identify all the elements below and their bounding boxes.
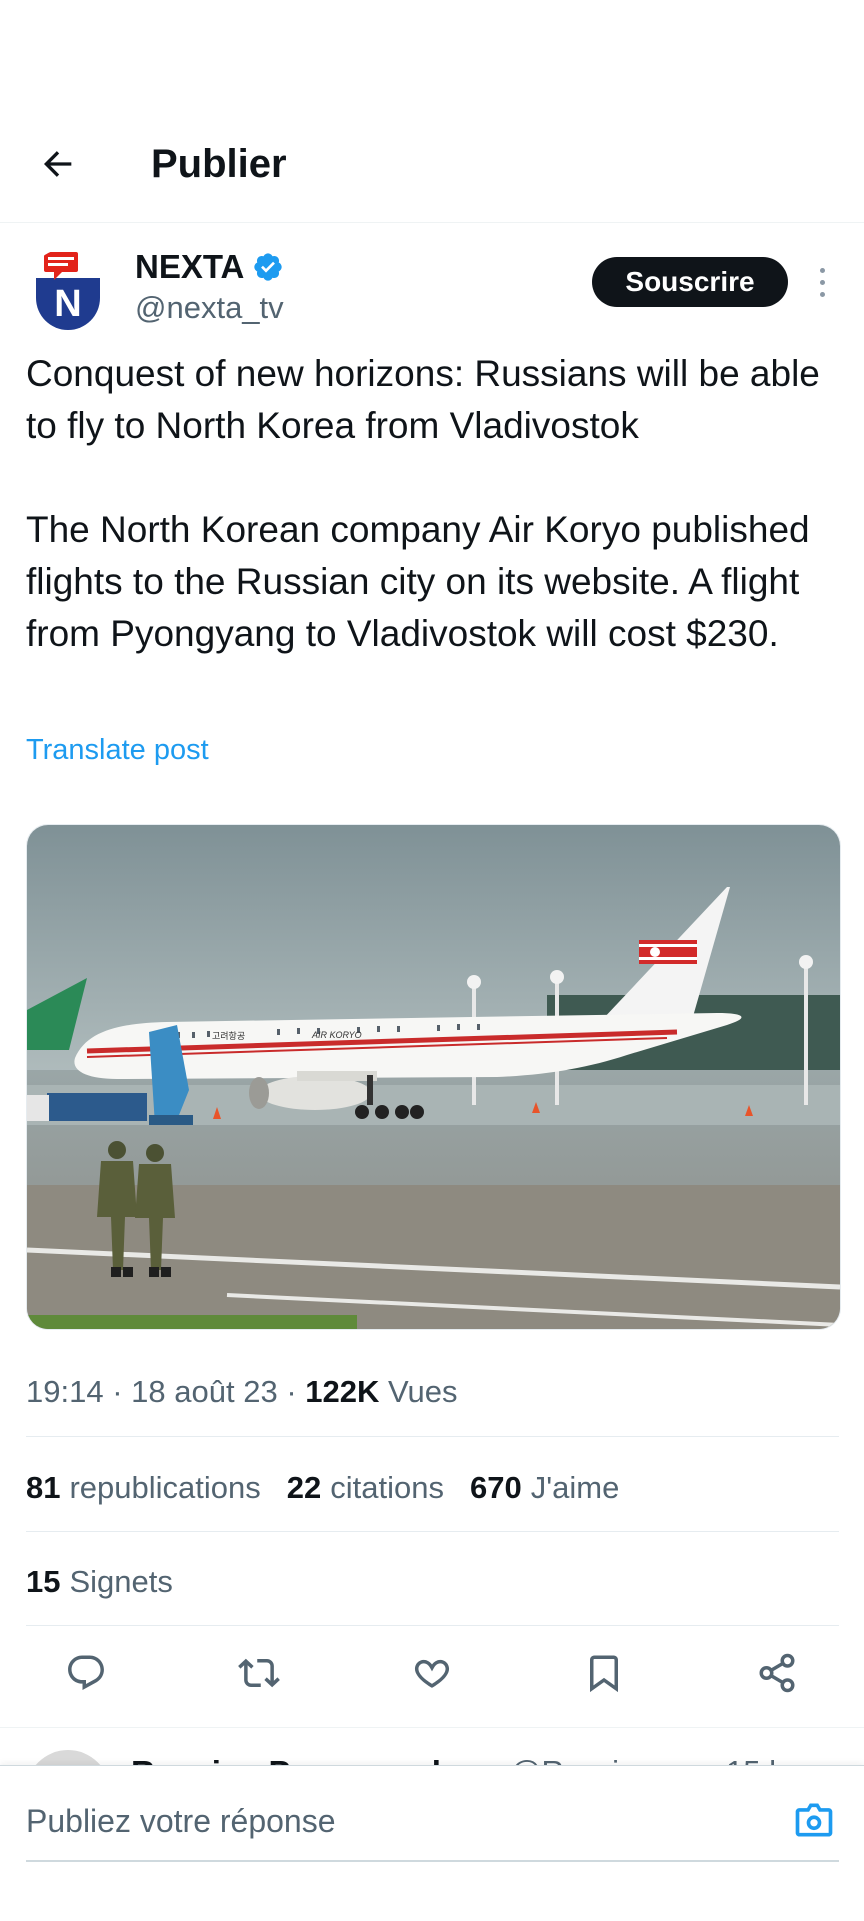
bookmarks-label: Signets	[69, 1564, 173, 1599]
views-count: 122K	[305, 1374, 380, 1409]
page-title: Publier	[151, 142, 287, 186]
reply-icon	[68, 1655, 104, 1690]
likes-count: 670	[470, 1470, 522, 1505]
likes-label: J'aime	[530, 1470, 620, 1505]
reply-input[interactable]: Publiez votre réponse	[26, 1801, 336, 1841]
reposts-count: 81	[26, 1470, 61, 1505]
more-dot-icon	[819, 291, 825, 297]
meta-separator: ·	[286, 1374, 297, 1409]
share-icon	[759, 1653, 795, 1693]
post-meta: 19:14 · 18 août 23 · 122K Vues	[26, 1372, 458, 1412]
more-options-button[interactable]	[810, 262, 834, 302]
like-button[interactable]	[409, 1650, 455, 1696]
airline-label: AIR KORYO	[311, 1030, 362, 1040]
post-date: 18 août 23	[131, 1374, 278, 1409]
divider	[26, 1531, 839, 1532]
divider	[26, 1436, 839, 1437]
quotes-stat[interactable]: 22 citations	[287, 1468, 444, 1508]
reply-button[interactable]	[63, 1650, 109, 1696]
post-time: 19:14	[26, 1374, 104, 1409]
likes-stat[interactable]: 670 J'aime	[470, 1468, 619, 1508]
divider	[26, 1625, 839, 1626]
camera-button[interactable]	[790, 1796, 838, 1844]
bookmarks-stat[interactable]: 15 Signets	[26, 1562, 173, 1602]
author-name-row[interactable]: NEXTA	[135, 247, 284, 287]
post-image[interactable]: AIR KORYO 고려항공	[26, 824, 841, 1330]
top-app-bar: Publier	[0, 0, 864, 223]
next-reply-preview[interactable]: Russian Propaganda @Russian… 15 h	[0, 1727, 864, 1768]
bookmark-icon	[590, 1655, 618, 1693]
nexta-logo-icon: N	[27, 249, 109, 331]
composer-underline	[26, 1860, 839, 1862]
subscribe-button[interactable]: Souscrire	[592, 257, 788, 307]
bookmarks-count: 15	[26, 1564, 61, 1599]
more-dot-icon	[819, 279, 825, 285]
post-text: Conquest of new horizons: Russians will …	[26, 353, 820, 654]
korean-label: 고려항공	[212, 1031, 245, 1042]
meta-separator: ·	[112, 1374, 123, 1409]
author-name: NEXTA	[135, 248, 245, 285]
avatar-letter: N	[54, 283, 81, 325]
back-button[interactable]	[34, 140, 82, 188]
arrow-left-icon	[44, 151, 72, 177]
reposts-label: republications	[69, 1470, 261, 1505]
avatar[interactable]: N	[26, 248, 110, 332]
like-icon	[414, 1659, 450, 1688]
reposts-stat[interactable]: 81 republications	[26, 1468, 261, 1508]
share-button[interactable]	[754, 1650, 800, 1696]
retweet-icon	[238, 1658, 280, 1688]
quotes-count: 22	[286, 1470, 322, 1505]
quotes-label: citations	[330, 1470, 444, 1505]
translate-post-link[interactable]: Translate post	[26, 730, 209, 770]
repost-button[interactable]	[236, 1650, 282, 1696]
verified-badge-icon	[254, 253, 283, 281]
engagement-stats: 81 republications 22 citations 670 J'aime	[26, 1468, 619, 1508]
reply-composer: Publiez votre réponse	[0, 1765, 864, 1921]
camera-icon	[795, 1803, 833, 1837]
views-label: Vues	[388, 1374, 458, 1409]
bookmark-button[interactable]	[581, 1650, 627, 1696]
airplane-photo: AIR KORYO 고려항공	[27, 825, 840, 1329]
more-dot-icon	[819, 267, 825, 273]
author-handle[interactable]: @nexta_tv	[135, 288, 284, 328]
